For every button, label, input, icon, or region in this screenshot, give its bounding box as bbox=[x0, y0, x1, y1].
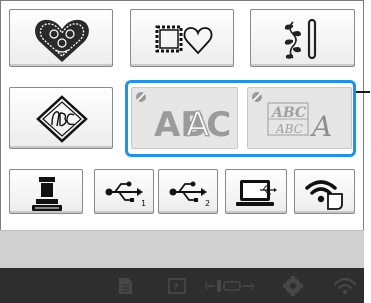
usb-port-2-button[interactable]: 2 bbox=[158, 169, 218, 214]
computer-usb-icon bbox=[236, 180, 277, 206]
selection-highlight bbox=[125, 80, 356, 157]
status-strip bbox=[0, 230, 364, 268]
usb-icon: 2 bbox=[169, 181, 210, 208]
memory-chess-icon bbox=[32, 177, 62, 211]
settings-icon[interactable] bbox=[278, 268, 308, 303]
svg-text:?: ? bbox=[173, 282, 179, 293]
usb-port-1-button[interactable]: 1 bbox=[94, 169, 154, 214]
utility-embroidery-button[interactable] bbox=[250, 9, 355, 67]
usb-port-index: 2 bbox=[205, 199, 210, 208]
monogram-diamond-icon bbox=[36, 95, 88, 143]
needle-position-icon[interactable] bbox=[205, 268, 259, 303]
embroidery-patterns-button[interactable] bbox=[9, 9, 113, 67]
callout-leader-line bbox=[356, 91, 370, 93]
vine-bar-icon bbox=[284, 18, 317, 60]
stamp-frame-heart-icon bbox=[155, 25, 213, 55]
wireless-button[interactable] bbox=[294, 169, 355, 214]
wifi-icon[interactable] bbox=[330, 268, 360, 303]
monogram-button[interactable] bbox=[9, 87, 113, 149]
wifi-device-icon bbox=[305, 180, 343, 210]
frame-patterns-button[interactable] bbox=[130, 9, 234, 67]
decorative-heart-icon bbox=[35, 19, 89, 62]
usb-port-index: 1 bbox=[141, 199, 146, 208]
help-icon[interactable]: ? bbox=[162, 268, 192, 303]
document-icon[interactable] bbox=[110, 268, 140, 303]
computer-button[interactable] bbox=[225, 169, 287, 214]
usb-icon: 1 bbox=[105, 181, 146, 208]
pocket-button[interactable] bbox=[9, 169, 83, 214]
